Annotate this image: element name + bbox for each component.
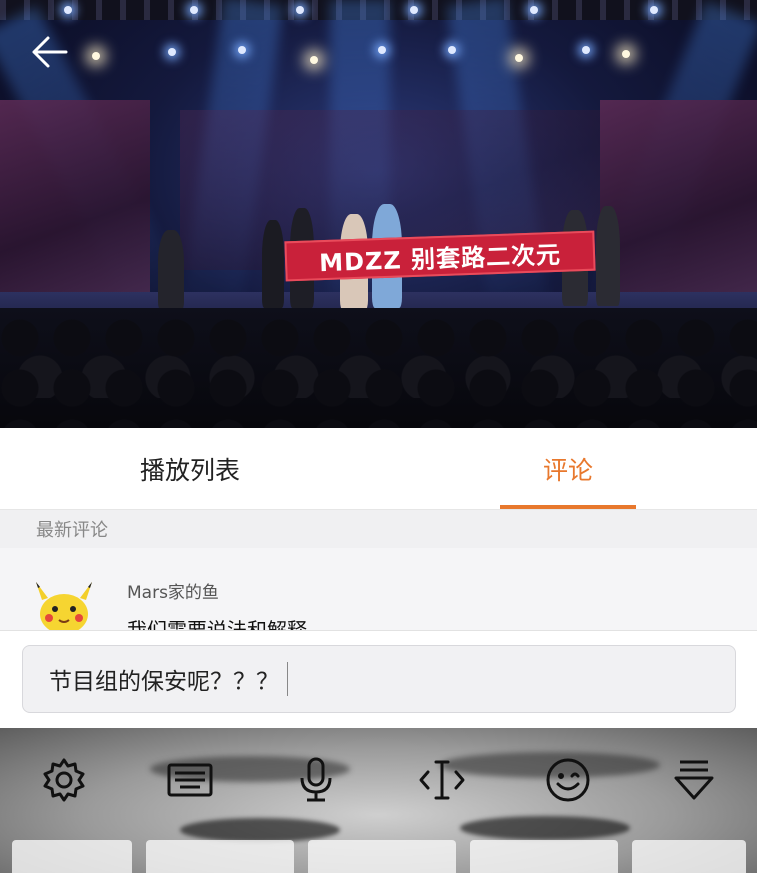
stage-light xyxy=(622,50,630,58)
keyboard-key[interactable] xyxy=(470,840,618,873)
led-screen-right xyxy=(600,100,757,300)
video-player[interactable]: MDZZ 别套路二次元 xyxy=(0,0,757,428)
keyboard-key[interactable] xyxy=(632,840,746,873)
stage-light xyxy=(190,6,198,14)
comment-username[interactable]: Mars家的鱼 xyxy=(127,578,219,603)
comment-input-value: 节目组的保安呢？？？ xyxy=(49,669,279,695)
stage-light xyxy=(64,6,72,14)
text-caret xyxy=(287,662,288,696)
active-tab-indicator xyxy=(500,505,636,509)
tab-playlist[interactable]: 播放列表 xyxy=(60,428,320,510)
keyboard-key[interactable] xyxy=(146,840,294,873)
stage-light xyxy=(238,46,246,54)
performer xyxy=(262,220,284,308)
stage-light xyxy=(515,54,523,62)
emoji-icon[interactable] xyxy=(544,756,592,804)
stage-light xyxy=(168,48,176,56)
stage-light xyxy=(296,6,304,14)
stage-light xyxy=(410,6,418,14)
stage-light xyxy=(582,46,590,54)
stage-light xyxy=(650,6,658,14)
latest-comments-header: 最新评论 xyxy=(0,510,757,548)
audience xyxy=(0,308,757,428)
avatar xyxy=(36,582,92,630)
comment-input-bar: 节目组的保安呢？？？ xyxy=(0,630,757,728)
stage-light xyxy=(448,46,456,54)
microphone-icon[interactable] xyxy=(292,756,340,804)
stage-light xyxy=(310,56,318,64)
comment-item[interactable]: Mars家的鱼 我们需要说法和解释 xyxy=(0,548,757,630)
gear-icon[interactable] xyxy=(40,756,88,804)
cursor-icon[interactable] xyxy=(418,756,466,804)
keyboard xyxy=(0,728,757,873)
stage-light xyxy=(378,46,386,54)
stage-light xyxy=(530,6,538,14)
back-arrow-icon[interactable] xyxy=(28,30,72,74)
keyboard-key[interactable] xyxy=(12,840,132,873)
performer xyxy=(596,206,620,306)
collapse-icon[interactable] xyxy=(670,756,718,804)
led-screen-left xyxy=(0,100,150,300)
keyboard-icon[interactable] xyxy=(166,756,214,804)
keyboard-key[interactable] xyxy=(308,840,456,873)
comment-text: 我们需要说法和解释 xyxy=(127,618,307,630)
stage-light xyxy=(92,52,100,60)
tab-comments[interactable]: 评论 xyxy=(500,428,636,510)
tab-bar: 播放列表 评论 xyxy=(0,428,757,510)
keyboard-skin xyxy=(180,818,340,842)
keyboard-skin xyxy=(460,816,630,840)
performer xyxy=(158,230,184,310)
comment-input[interactable]: 节目组的保安呢？？？ xyxy=(22,645,736,713)
